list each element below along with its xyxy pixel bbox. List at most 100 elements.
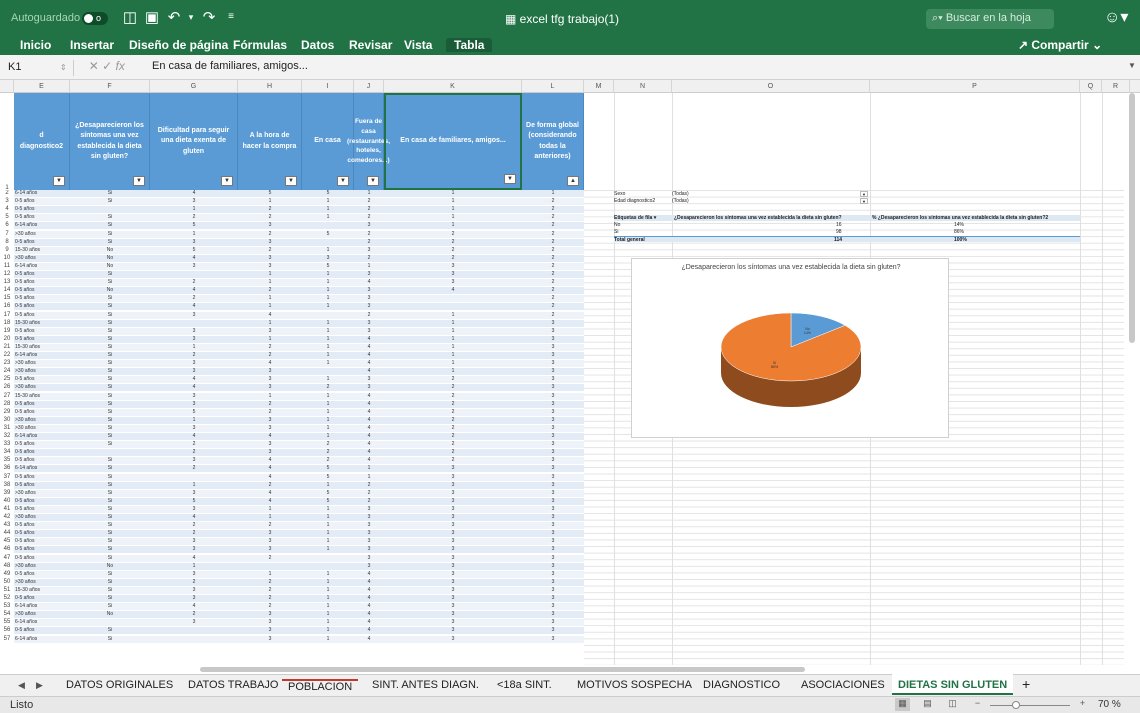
table-cell[interactable] (150, 271, 238, 278)
table-cell[interactable]: 3 (354, 287, 384, 294)
table-cell[interactable]: 3 (238, 546, 302, 553)
table-cell[interactable]: No (70, 563, 150, 570)
table-cell[interactable]: 4 (354, 352, 384, 359)
prev-sheet-icon[interactable]: ◀ (18, 680, 25, 691)
table-cell[interactable]: 1 (238, 514, 302, 521)
table-cell[interactable]: 4 (150, 603, 238, 610)
row-number[interactable]: 40 (0, 498, 14, 504)
table-cell[interactable]: 4 (238, 360, 302, 367)
table-cell[interactable]: 4 (354, 279, 384, 286)
table-cell[interactable]: 0-5 años (14, 571, 70, 578)
table-cell[interactable] (384, 295, 522, 302)
row-number[interactable]: 3 (0, 198, 14, 204)
table-cell[interactable]: 3 (384, 271, 522, 278)
header-forma-global[interactable]: De forma global (considerando todas la a… (522, 93, 584, 190)
row-number[interactable]: 46 (0, 546, 14, 552)
table-cell[interactable]: 2 (238, 587, 302, 594)
table-cell[interactable]: 0-5 años (14, 376, 70, 383)
table-cell[interactable]: 6-14 años (14, 636, 70, 643)
table-cell[interactable]: 1 (302, 433, 354, 440)
filter-dropdown-icon[interactable]: ▼ (221, 176, 233, 186)
table-cell[interactable]: 3 (354, 376, 384, 383)
table-cell[interactable]: 3 (384, 595, 522, 602)
table-cell[interactable]: Si (70, 417, 150, 424)
row-number[interactable]: 39 (0, 490, 14, 496)
table-cell[interactable]: 5 (302, 490, 354, 497)
column-header[interactable]: F (70, 80, 150, 93)
table-cell[interactable] (70, 619, 150, 626)
table-cell[interactable]: No (70, 255, 150, 262)
table-cell[interactable]: 5 (150, 409, 238, 416)
table-cell[interactable]: 3 (522, 587, 584, 594)
table-cell[interactable]: 0-5 años (14, 449, 70, 456)
table-cell[interactable]: 3 (150, 368, 238, 375)
table-cell[interactable]: 3 (522, 595, 584, 602)
table-cell[interactable]: >30 años (14, 579, 70, 586)
table-cell[interactable]: 3 (522, 401, 584, 408)
save-icon[interactable]: ▣ (143, 8, 161, 26)
table-cell[interactable]: 2 (384, 449, 522, 456)
table-cell[interactable]: 0-5 años (14, 482, 70, 489)
table-cell[interactable]: Si (70, 498, 150, 505)
row-number[interactable]: 52 (0, 595, 14, 601)
table-cell[interactable]: 2 (354, 214, 384, 221)
formula-input[interactable]: En casa de familiares, amigos... (152, 60, 308, 72)
table-cell[interactable]: 1 (302, 214, 354, 221)
table-cell[interactable]: 0-5 años (14, 303, 70, 310)
table-cell[interactable]: >30 años (14, 490, 70, 497)
table-cell[interactable]: 1 (302, 579, 354, 586)
table-cell[interactable]: 3 (150, 619, 238, 626)
row-number[interactable]: 2 (0, 190, 14, 196)
table-cell[interactable]: 6-14 años (14, 465, 70, 472)
table-cell[interactable]: No (70, 263, 150, 270)
filter-dropdown-icon[interactable]: ▼ (504, 174, 516, 184)
table-cell[interactable]: 1 (238, 271, 302, 278)
table-cell[interactable]: Si (70, 401, 150, 408)
table-cell[interactable]: No (70, 287, 150, 294)
table-cell[interactable]: 2 (522, 295, 584, 302)
row-number[interactable]: 47 (0, 555, 14, 561)
table-cell[interactable]: 2 (238, 247, 302, 254)
table-cell[interactable]: 3 (384, 514, 522, 521)
table-cell[interactable]: 6-14 años (14, 433, 70, 440)
table-cell[interactable]: 2 (354, 206, 384, 213)
tab-inicio[interactable]: Inicio (20, 38, 51, 52)
table-cell[interactable] (70, 449, 150, 456)
table-cell[interactable]: 5 (302, 465, 354, 472)
table-cell[interactable]: 2 (384, 255, 522, 262)
filter-dropdown-icon[interactable]: ▼ (367, 176, 379, 186)
row-number[interactable]: 41 (0, 506, 14, 512)
table-cell[interactable]: 3 (238, 417, 302, 424)
table-cell[interactable]: 0-5 años (14, 546, 70, 553)
table-cell[interactable]: Si (70, 384, 150, 391)
tab-diseno-pagina[interactable]: Diseño de página (129, 38, 228, 52)
table-cell[interactable]: Si (70, 490, 150, 497)
table-cell[interactable]: 3 (384, 538, 522, 545)
table-cell[interactable]: Si (70, 222, 150, 229)
table-cell[interactable]: 3 (522, 352, 584, 359)
zoom-out-icon[interactable]: − (970, 698, 985, 711)
table-cell[interactable]: 4 (150, 384, 238, 391)
row-number[interactable]: 36 (0, 465, 14, 471)
table-cell[interactable]: 3 (522, 441, 584, 448)
table-cell[interactable]: 5 (302, 474, 354, 481)
table-cell[interactable]: 3 (354, 538, 384, 545)
table-cell[interactable]: Si (70, 198, 150, 205)
table-cell[interactable]: 1 (302, 571, 354, 578)
column-header[interactable]: M (584, 80, 614, 93)
row-number[interactable]: 51 (0, 587, 14, 593)
table-cell[interactable]: 0-5 años (14, 627, 70, 634)
table-cell[interactable]: 5 (302, 263, 354, 270)
table-cell[interactable]: 1 (302, 587, 354, 594)
table-cell[interactable]: 5 (238, 190, 302, 197)
table-cell[interactable]: 2 (384, 441, 522, 448)
table-cell[interactable]: 1 (150, 206, 238, 213)
filter-sort-icon[interactable]: ▲ (567, 176, 579, 186)
table-cell[interactable]: 2 (238, 206, 302, 213)
table-cell[interactable]: 2 (522, 263, 584, 270)
table-cell[interactable]: Si (70, 231, 150, 238)
row-number[interactable]: 43 (0, 522, 14, 528)
table-cell[interactable]: 2 (302, 457, 354, 464)
table-cell[interactable]: 4 (150, 514, 238, 521)
row-number[interactable]: 14 (0, 287, 14, 293)
